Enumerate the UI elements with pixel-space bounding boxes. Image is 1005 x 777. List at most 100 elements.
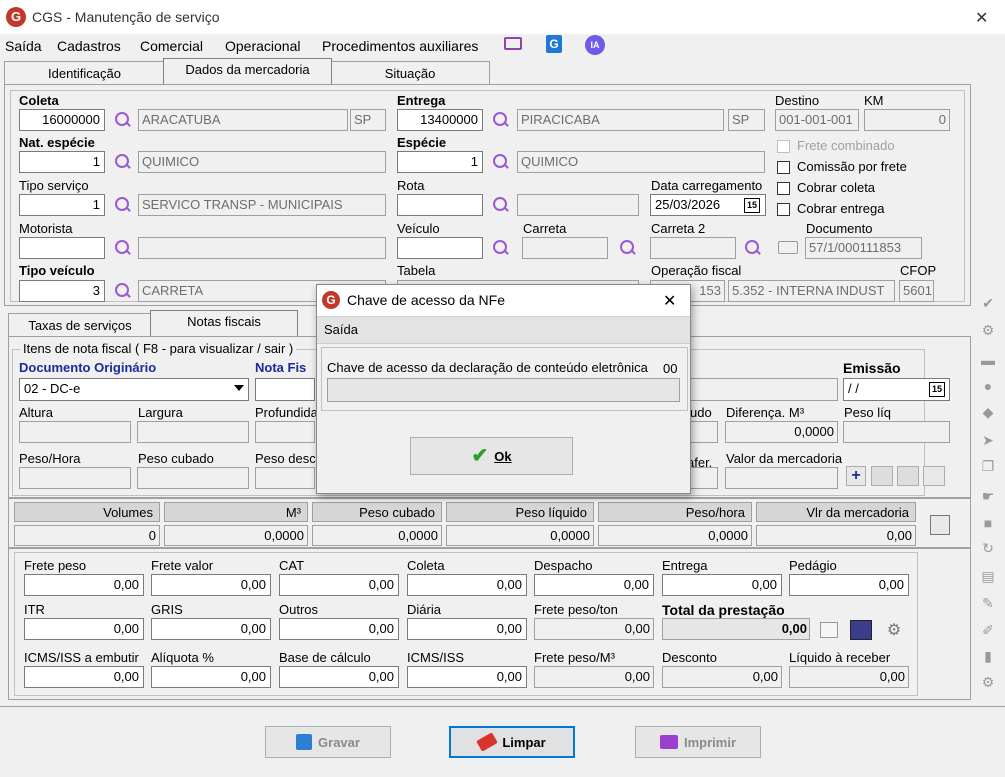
menu-procedimentos[interactable]: Procedimentos auxiliares [322,38,478,54]
chave-acesso-input[interactable] [327,378,680,402]
frete-value-2-1[interactable]: 0,00 [151,666,271,688]
frete-value-2-2[interactable]: 0,00 [279,666,399,688]
dialog-section-label: Saída [324,322,358,337]
tipo-veiculo-search-icon[interactable] [114,282,132,300]
tag-icon[interactable]: ◆ [979,404,997,420]
menu-cadastros[interactable]: Cadastros [57,38,121,54]
document-icon[interactable]: ✎ [979,595,997,611]
truck-dark-icon[interactable]: ■ [979,515,997,531]
tab-situacao[interactable]: Situação [330,61,490,85]
doc-originario-select[interactable]: 02 - DC-e [19,378,249,401]
especie-search-icon[interactable] [492,153,510,171]
ok-button[interactable]: ✔ Ok [410,437,573,475]
cobrar-entrega-checkbox[interactable] [777,203,790,216]
limpar-button[interactable]: Limpar [449,726,575,758]
veiculo-search-icon[interactable] [492,239,510,257]
frete-value-2-0[interactable]: 0,00 [24,666,144,688]
carreta-search-icon[interactable] [619,239,637,257]
dialog-close-button[interactable]: ✕ [663,291,676,311]
menu-comercial[interactable]: Comercial [140,38,203,54]
network-icon[interactable]: ⚙ [884,620,904,640]
copy-icon[interactable]: ❐ [979,458,997,474]
operacao-fiscal-label: Operação fiscal [651,263,742,278]
imprimir-button[interactable]: Imprimir [635,726,761,758]
g-icon[interactable]: G [546,35,562,53]
carreta2-search-icon[interactable] [744,239,762,257]
frete-value-1-2[interactable]: 0,00 [279,618,399,640]
book-icon[interactable] [850,620,872,640]
imprimir-label: Imprimir [683,734,736,750]
check-icon[interactable]: ✔ [979,295,997,311]
calendar-icon[interactable]: 15 [744,198,760,213]
tab-dados-mercadoria[interactable]: Dados da mercadoria [163,58,332,84]
sync-icon[interactable]: ↻ [979,540,997,556]
nat-especie-input[interactable]: 1 [19,151,105,173]
tipo-servico-input[interactable]: 1 [19,194,105,216]
frete-value-2-6: 0,00 [789,666,909,688]
rota-search-icon[interactable] [492,196,510,214]
valor-mercadoria-label: Valor da mercadoria [726,451,843,466]
frete-value-0-0[interactable]: 0,00 [24,574,144,596]
item-tool-icon-3[interactable] [923,466,945,486]
calc-doc-icon[interactable]: ▤ [979,568,997,584]
dialog-section-bar [317,316,690,344]
hand-icon[interactable]: ☛ [979,488,997,504]
frete-label-1-4: Frete peso/ton [534,602,618,617]
carreta-field [522,237,608,259]
frete-value-1-4: 0,00 [534,618,654,640]
item-tool-icon-1[interactable] [871,466,893,486]
entrega-search-icon[interactable] [492,111,510,129]
item-tool-icon-2[interactable] [897,466,919,486]
book-gray-icon[interactable]: ▮ [979,648,997,664]
emissao-calendar-icon[interactable]: 15 [929,382,945,397]
gravar-button[interactable]: Gravar [265,726,391,758]
tab-notas-fiscais[interactable]: Notas fiscais [150,310,298,336]
frete-value-0-1[interactable]: 0,00 [151,574,271,596]
entrega-code-input[interactable]: 13400000 [397,109,483,131]
totals-value-3: 0,0000 [446,525,594,546]
total-calc-icon[interactable] [820,622,838,638]
ia-icon[interactable]: IA [585,35,605,55]
circle-icon[interactable]: ● [979,378,997,394]
tipo-servico-desc: SERVICO TRANSP - MUNICIPAIS [138,194,386,216]
frete-value-1-1[interactable]: 0,00 [151,618,271,640]
frete-label-1-3: Diária [407,602,441,617]
coleta-search-icon[interactable] [114,111,132,129]
menu-operacional[interactable]: Operacional [225,38,301,54]
destino-label: Destino [775,93,820,108]
frete-value-0-5[interactable]: 0,00 [662,574,782,596]
motorista-input[interactable] [19,237,105,259]
frete-value-1-0[interactable]: 0,00 [24,618,144,640]
especie-input[interactable]: 1 [397,151,483,173]
menu-saida[interactable]: Saída [5,38,42,54]
nat-especie-search-icon[interactable] [114,153,132,171]
ciot-icon[interactable]: ▬ [979,352,997,368]
frete-value-1-3[interactable]: 0,00 [407,618,527,640]
frete-value-0-2[interactable]: 0,00 [279,574,399,596]
tool-icon[interactable]: ⚙ [979,322,997,338]
tipo-servico-search-icon[interactable] [114,196,132,214]
comissao-checkbox[interactable] [777,161,790,174]
tab-identificacao[interactable]: Identificação [4,61,165,85]
monitor-icon[interactable] [504,37,522,50]
forward-icon[interactable]: ➤ [979,432,997,448]
add-item-icon[interactable]: + [846,466,866,486]
frete-value-2-3[interactable]: 0,00 [407,666,527,688]
edit-icon[interactable]: ✐ [979,622,997,638]
window-close-button[interactable]: ✕ [975,8,988,28]
motorista-search-icon[interactable] [114,239,132,257]
rota-input[interactable] [397,194,483,216]
coleta-code-input[interactable]: 16000000 [19,109,105,131]
nota-fiscal-input[interactable] [255,378,315,401]
calculator-icon[interactable] [930,515,950,535]
veiculo-input[interactable] [397,237,483,259]
cobrar-coleta-checkbox[interactable] [777,182,790,195]
frete-combinado-checkbox[interactable] [777,140,790,153]
truck-icon[interactable] [778,241,798,254]
gear-gray-icon[interactable]: ⚙ [979,674,997,690]
frete-value-0-6[interactable]: 0,00 [789,574,909,596]
tab-taxas-servicos[interactable]: Taxas de serviços [8,313,152,337]
frete-value-0-3[interactable]: 0,00 [407,574,527,596]
frete-value-0-4[interactable]: 0,00 [534,574,654,596]
tipo-veiculo-input[interactable]: 3 [19,280,105,302]
